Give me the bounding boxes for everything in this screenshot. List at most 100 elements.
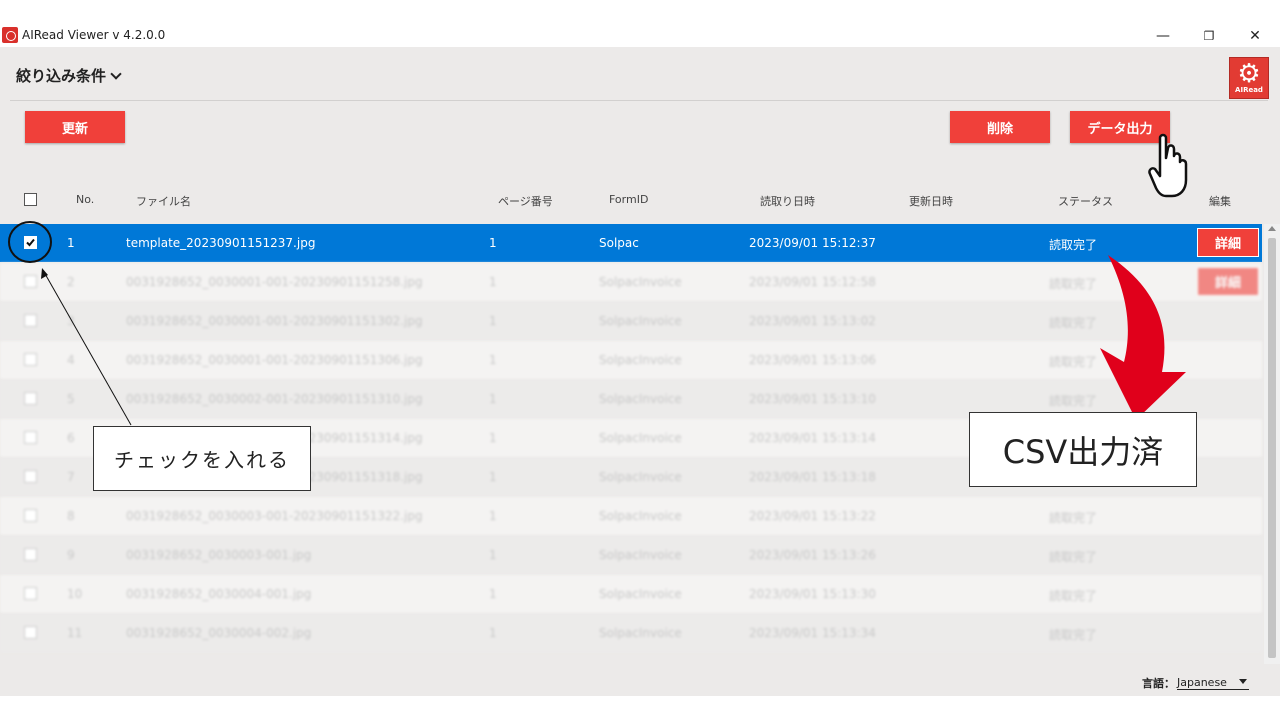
- cell-read-at: 2023/09/01 15:13:14: [749, 431, 876, 445]
- cell-formid: SolpacInvoice: [599, 509, 682, 523]
- cell-read-at: 2023/09/01 15:13:26: [749, 548, 876, 562]
- row-checkbox[interactable]: [24, 587, 37, 600]
- cell-no: 6: [67, 431, 75, 445]
- close-button[interactable]: ✕: [1232, 24, 1278, 47]
- table-row[interactable]: 10 0031928652_0030004-001.jpg 1 SolpacInvoi…: [0, 575, 1262, 613]
- cell-filename: 0031928652_0030004-002.jpg: [126, 626, 312, 640]
- refresh-button[interactable]: 更新: [25, 111, 125, 143]
- cell-read-at: 2023/09/01 15:13:30: [749, 587, 876, 601]
- row-checkbox[interactable]: [24, 626, 37, 639]
- chevron-down-icon: [110, 67, 122, 80]
- cell-formid: SolpacInvoice: [599, 431, 682, 445]
- delete-button[interactable]: 削除: [950, 111, 1050, 143]
- cell-no: 4: [67, 353, 75, 367]
- cell-no: 5: [67, 392, 75, 406]
- cell-no: 1: [67, 236, 75, 250]
- header-filename[interactable]: ファイル名: [136, 193, 191, 209]
- cell-no: 3: [67, 314, 75, 328]
- cell-status: 読取完了: [1049, 628, 1098, 642]
- row-checkbox[interactable]: [24, 236, 37, 249]
- cell-formid: SolpacInvoice: [599, 275, 682, 289]
- cell-read-at: 2023/09/01 15:12:37: [749, 236, 876, 250]
- cell-filename: template_20230901151237.jpg: [126, 236, 316, 250]
- minimize-button[interactable]: —: [1140, 24, 1186, 47]
- header-status[interactable]: ステータス: [1058, 193, 1113, 209]
- cell-filename: 0031928652_0030001-001-20230901151302.jp…: [126, 314, 423, 328]
- cell-page: 1: [489, 626, 497, 640]
- row-checkbox[interactable]: [24, 548, 37, 561]
- cell-filename: 0031928652_0030003-001.jpg: [126, 548, 312, 562]
- toolbar-divider: [10, 100, 1268, 101]
- settings-button[interactable]: ⚙ AIRead: [1229, 57, 1269, 99]
- table-row[interactable]: 3 0031928652_0030001-001-20230901151302.j…: [0, 302, 1262, 340]
- cell-status: 読取完了: [1049, 550, 1098, 564]
- window-title: AIRead Viewer v 4.2.0.0: [22, 28, 166, 42]
- cell-no: 10: [67, 587, 83, 601]
- cell-formid: SolpacInvoice: [599, 587, 682, 601]
- gear-icon: ⚙: [1237, 59, 1261, 89]
- cell-page: 1: [489, 587, 497, 601]
- table-header: No. ファイル名 ページ番号 FormID 読取り日時 更新日時 ステータス …: [0, 185, 1262, 215]
- table-row-selected[interactable]: 1 template_20230901151237.jpg 1 Solpac 2…: [0, 224, 1262, 262]
- row-checkbox[interactable]: [24, 314, 37, 327]
- cell-status: 読取完了: [1049, 238, 1098, 252]
- language-select[interactable]: Japanese: [1177, 673, 1249, 690]
- app-logo-icon: [2, 27, 18, 43]
- cell-page: 1: [489, 353, 497, 367]
- title-bar: AIRead Viewer v 4.2.0.0 — ❐ ✕: [0, 24, 1280, 47]
- cell-formid: Solpac: [599, 236, 639, 250]
- header-page[interactable]: ページ番号: [498, 193, 553, 209]
- cell-formid: SolpacInvoice: [599, 314, 682, 328]
- cell-read-at: 2023/09/01 15:13:02: [749, 314, 876, 328]
- cell-filename: 0031928652_0030003-001-20230901151322.jp…: [126, 509, 423, 523]
- cell-status: 読取完了: [1049, 277, 1098, 291]
- cell-read-at: 2023/09/01 15:13:34: [749, 626, 876, 640]
- scroll-up-icon[interactable]: [1268, 226, 1276, 231]
- maximize-button[interactable]: ❐: [1186, 24, 1232, 47]
- cell-formid: SolpacInvoice: [599, 626, 682, 640]
- row-checkbox[interactable]: [24, 275, 37, 288]
- cell-no: 2: [67, 275, 75, 289]
- checkmark-icon: [26, 238, 35, 247]
- detail-button[interactable]: 詳細: [1197, 267, 1259, 296]
- cell-page: 1: [489, 392, 497, 406]
- header-formid[interactable]: FormID: [609, 193, 648, 206]
- cell-filename: 0031928652_0030001-001-20230901151258.jp…: [126, 275, 423, 289]
- header-edit: 編集: [1209, 195, 1231, 208]
- detail-button[interactable]: 詳細: [1197, 228, 1259, 257]
- cell-filename: 0031928652_0030001-001-20230901151306.jp…: [126, 353, 423, 367]
- table-row[interactable]: 9 0031928652_0030003-001.jpg 1 SolpacInvoic…: [0, 536, 1262, 574]
- cell-no: 9: [67, 548, 75, 562]
- row-checkbox[interactable]: [24, 509, 37, 522]
- footer-bar: 言語： Japanese: [0, 666, 1280, 696]
- cell-status: 読取完了: [1049, 394, 1098, 408]
- export-button[interactable]: データ出力: [1070, 111, 1170, 143]
- settings-brand-label: AIRead: [1235, 86, 1263, 94]
- language-label: 言語：: [1142, 677, 1175, 690]
- scroll-thumb[interactable]: [1268, 238, 1276, 658]
- cell-page: 1: [489, 236, 497, 250]
- row-checkbox[interactable]: [24, 470, 37, 483]
- cell-no: 11: [67, 626, 83, 640]
- filter-toggle[interactable]: 絞り込み条件: [16, 65, 122, 86]
- row-checkbox[interactable]: [24, 353, 37, 366]
- table-row[interactable]: 4 0031928652_0030001-001-20230901151306.j…: [0, 341, 1262, 379]
- table-row[interactable]: 8 0031928652_0030003-001-20230901151322.j…: [0, 497, 1262, 535]
- vertical-scrollbar[interactable]: [1264, 224, 1280, 664]
- cell-status: 読取完了: [1049, 355, 1098, 369]
- table-row[interactable]: 2 0031928652_0030001-001-20230901151258.j…: [0, 263, 1262, 301]
- cell-status: 読取完了: [1049, 589, 1098, 603]
- header-read-at[interactable]: 読取り日時: [760, 193, 815, 209]
- cell-page: 1: [489, 431, 497, 445]
- select-all-checkbox[interactable]: [24, 193, 37, 206]
- table-row[interactable]: 11 0031928652_0030004-002.jpg 1 SolpacInvoi…: [0, 614, 1262, 652]
- cell-formid: SolpacInvoice: [599, 470, 682, 484]
- check-annotation-box: チェックを入れる: [93, 426, 311, 491]
- cell-filename: 0031928652_0030002-001-20230901151310.jp…: [126, 392, 423, 406]
- header-updated-at[interactable]: 更新日時: [909, 193, 953, 209]
- row-checkbox[interactable]: [24, 431, 37, 444]
- language-value: Japanese: [1177, 676, 1227, 689]
- row-checkbox[interactable]: [24, 392, 37, 405]
- cell-no: 7: [67, 470, 75, 484]
- header-no[interactable]: No.: [76, 193, 94, 206]
